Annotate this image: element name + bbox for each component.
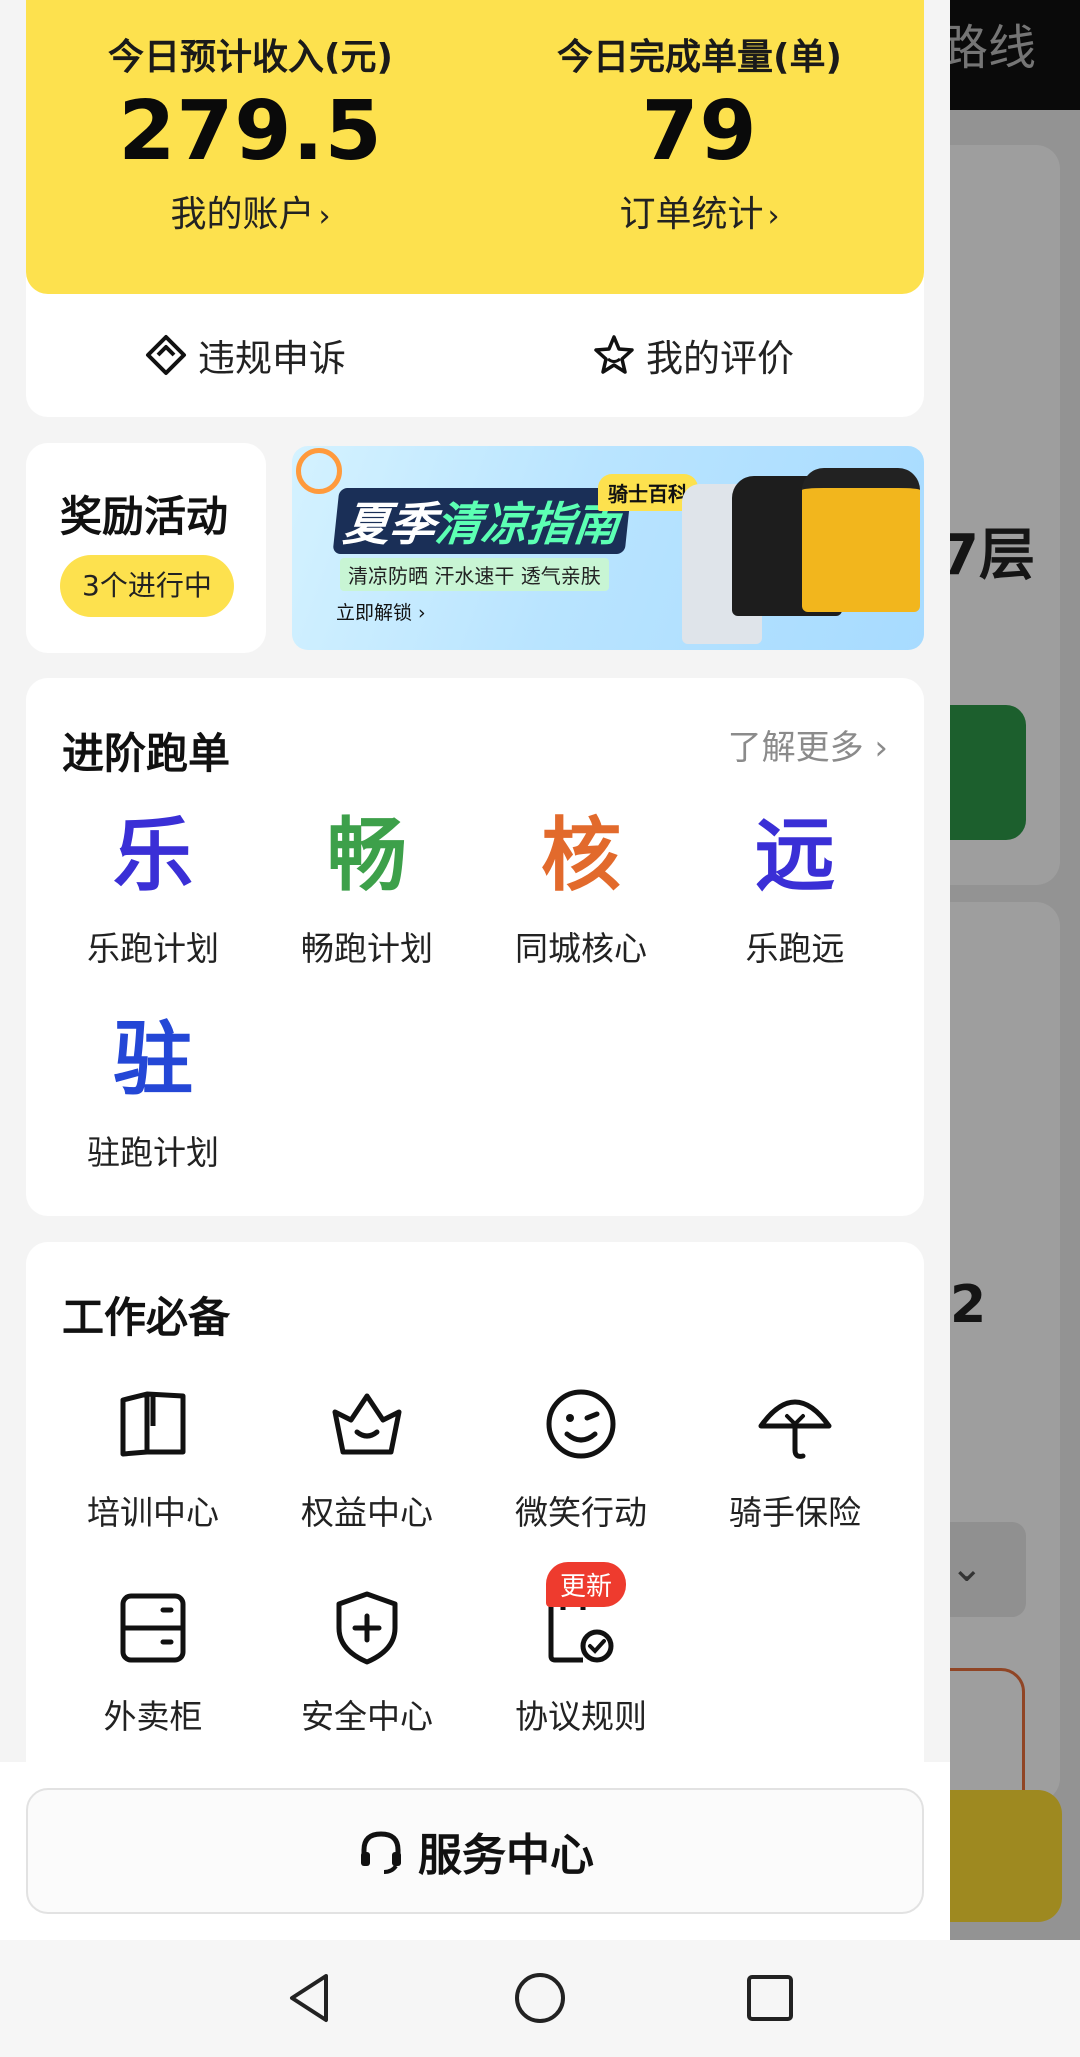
umbrella-icon <box>758 1399 832 1459</box>
plan-item-changpao[interactable]: 畅 畅跑计划 <box>260 808 474 970</box>
update-badge: 更新 <box>546 1562 627 1607</box>
plan-glyph: 远 <box>755 809 835 902</box>
appeal-icon <box>146 335 186 375</box>
recents-icon[interactable] <box>740 1968 800 2028</box>
star-icon <box>594 335 634 374</box>
tool-label: 权益中心 <box>301 1493 433 1532</box>
rewards-title: 奖励活动 <box>60 492 229 541</box>
tool-delivery-locker[interactable]: 外卖柜 <box>46 1586 260 1738</box>
service-center-button[interactable]: 服务中心 <box>26 1788 924 1914</box>
tool-label: 安全中心 <box>301 1697 433 1736</box>
plan-label: 乐跑计划 <box>87 929 219 968</box>
plan-glyph: 驻 <box>113 1013 193 1106</box>
tools-title: 工作必备 <box>62 1293 231 1342</box>
tool-agreement-rules[interactable]: 协议规则 <box>474 1586 688 1738</box>
locker-icon <box>120 1593 186 1663</box>
plan-glyph: 畅 <box>327 809 407 902</box>
tool-label: 骑手保险 <box>729 1493 861 1532</box>
tool-training-center[interactable]: 培训中心 <box>46 1382 260 1534</box>
plan-label: 驻跑计划 <box>87 1133 219 1172</box>
order-stats-link[interactable]: 订单统计 › <box>475 185 924 237</box>
tool-label: 微笑行动 <box>515 1493 647 1532</box>
shield-icon <box>336 1591 398 1665</box>
banner-title-part1: 夏季 <box>340 497 439 551</box>
rating-label: 我的评价 <box>646 337 794 380</box>
rewards-card[interactable]: 奖励活动 3个进行中 <box>26 443 266 653</box>
yellow-shirt-image <box>802 468 920 612</box>
plan-item-lepao[interactable]: 乐 乐跑计划 <box>46 808 260 970</box>
sun-icon <box>296 448 342 494</box>
income-stat[interactable]: 今日预计收入(元) 279.5 我的账户 › <box>26 28 475 237</box>
summer-guide-banner[interactable]: 夏季清凉指南 骑士百科 清凉防晒 汗水速干 透气亲肤 立即解锁 › <box>292 446 924 650</box>
learn-more-link[interactable]: 了解更多 › <box>728 720 888 769</box>
income-value: 279.5 <box>118 84 383 179</box>
service-center-label: 服务中心 <box>418 1830 594 1881</box>
my-account-link[interactable]: 我的账户 › <box>26 185 475 237</box>
plan-glyph: 核 <box>541 809 621 902</box>
tool-benefits-center[interactable]: 权益中心 <box>260 1382 474 1534</box>
advanced-title: 进阶跑单 <box>62 729 231 778</box>
headset-icon <box>361 1831 401 1874</box>
banner-unlock-link[interactable]: 立即解锁 › <box>336 598 426 625</box>
orders-label: 今日完成单量(单) <box>557 37 842 78</box>
banner-title: 夏季清凉指南 <box>332 488 632 554</box>
income-label: 今日预计收入(元) <box>108 37 393 78</box>
system-navigation-bar <box>0 1940 1080 2057</box>
tool-label: 培训中心 <box>87 1493 219 1532</box>
my-account-label: 我的账户 <box>170 194 315 235</box>
plan-label: 乐跑远 <box>745 929 845 968</box>
tool-smile-action[interactable]: 微笑行动 <box>474 1382 688 1534</box>
orders-stat[interactable]: 今日完成单量(单) 79 订单统计 › <box>475 28 924 237</box>
tool-rider-insurance[interactable]: 骑手保险 <box>688 1382 902 1534</box>
chevron-right-icon: › <box>767 199 780 234</box>
tool-label: 协议规则 <box>515 1697 647 1736</box>
crown-icon <box>332 1393 402 1455</box>
tool-safety-center[interactable]: 安全中心 <box>260 1586 474 1738</box>
appeal-label: 违规申诉 <box>198 337 346 380</box>
plan-label: 畅跑计划 <box>301 929 433 968</box>
violation-appeal-button[interactable]: 违规申诉 <box>144 325 346 385</box>
banner-subtitle: 清凉防晒 汗水速干 透气亲肤 <box>340 558 609 591</box>
plan-item-city-core[interactable]: 核 同城核心 <box>474 808 688 970</box>
plan-label: 同城核心 <box>515 929 647 968</box>
smile-icon <box>546 1389 616 1459</box>
plan-glyph: 乐 <box>113 809 193 902</box>
plan-item-zhupao[interactable]: 驻 驻跑计划 <box>46 1012 260 1174</box>
rewards-badge: 3个进行中 <box>60 555 234 617</box>
banner-title-part2: 清凉指南 <box>432 497 623 551</box>
home-icon[interactable] <box>510 1968 570 2028</box>
tool-label: 外卖柜 <box>103 1697 203 1736</box>
advanced-orders-card: 进阶跑单 了解更多 › 乐 乐跑计划 畅 畅跑计划 核 同城核心 远 乐跑远 驻… <box>26 678 924 1216</box>
earnings-summary: 今日预计收入(元) 279.5 我的账户 › 今日完成单量(单) 79 订单统计 › <box>26 0 924 294</box>
side-drawer: 今日预计收入(元) 279.5 我的账户 › 今日完成单量(单) 79 订单统计 ›… <box>0 0 950 1940</box>
chevron-right-icon: › <box>318 199 331 234</box>
plan-item-lepao-far[interactable]: 远 乐跑远 <box>688 808 902 970</box>
my-rating-button[interactable]: 我的评价 <box>592 325 794 385</box>
book-icon <box>120 1391 186 1457</box>
back-icon[interactable] <box>280 1968 340 2028</box>
orders-value: 79 <box>641 84 758 179</box>
order-stats-label: 订单统计 <box>619 194 764 235</box>
